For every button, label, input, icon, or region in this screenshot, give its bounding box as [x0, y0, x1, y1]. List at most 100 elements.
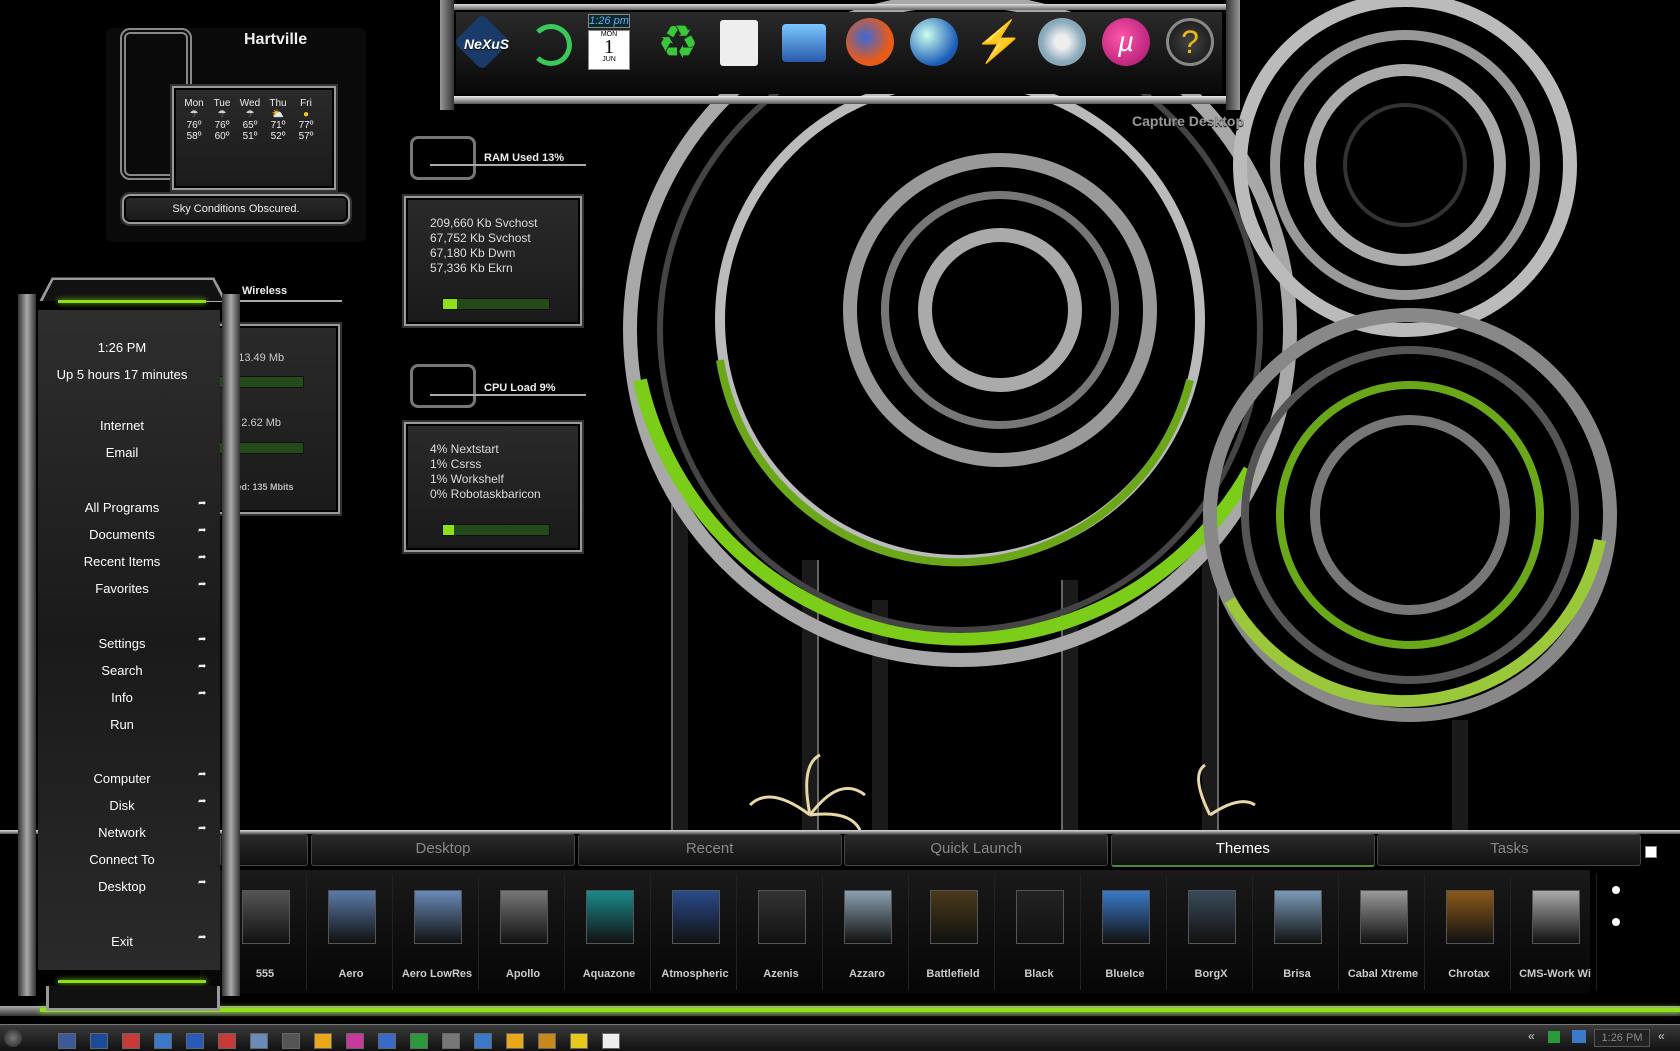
weather-day-label: Tue — [213, 98, 231, 109]
start-menu-item-connect-to[interactable]: Connect To — [38, 852, 206, 867]
start-menu-item-search[interactable]: Search — [38, 663, 206, 678]
taskbar-app-icon[interactable] — [218, 1033, 236, 1049]
d-arrow-icon[interactable] — [530, 24, 572, 66]
calendar-icon[interactable]: 1:26 pm MON 1 JUN — [588, 14, 630, 70]
capture-desktop-label[interactable]: Capture Desktop — [1132, 113, 1244, 129]
globe-icon[interactable] — [910, 18, 958, 66]
taskbar-app-icon[interactable] — [602, 1033, 620, 1049]
start-menu-item-email[interactable]: Email — [38, 445, 206, 460]
theme-item[interactable]: Battlefield — [910, 874, 995, 990]
start-menu-item-computer[interactable]: Computer — [38, 771, 206, 786]
taskbar-app-icon[interactable] — [58, 1033, 76, 1049]
taskbar-app-icon[interactable] — [186, 1033, 204, 1049]
theme-item[interactable]: BlueIce — [1082, 874, 1167, 990]
dock-bar: NeXuS 1:26 pm MON 1 JUN ♻ ⚡ µ ? — [440, 0, 1240, 110]
shelf-scroll-dot-down[interactable] — [1612, 918, 1620, 926]
taskbar-app-icon[interactable] — [538, 1033, 556, 1049]
utorrent-icon[interactable]: µ — [1102, 18, 1150, 66]
theme-item[interactable]: Brisa — [1254, 874, 1339, 990]
taskbar-app-icon[interactable] — [442, 1033, 460, 1049]
recycle-bin-icon[interactable]: ♻ — [654, 18, 702, 66]
taskbar-clock[interactable]: 1:26 PM — [1594, 1029, 1650, 1047]
taskbar-app-icon[interactable] — [90, 1033, 108, 1049]
theme-item[interactable]: CMS-Work Wi — [1512, 874, 1597, 990]
taskbar-app-icon[interactable] — [154, 1033, 172, 1049]
theme-label: Azzaro — [848, 968, 886, 980]
theme-label: CMS-Work Wi — [1519, 968, 1591, 980]
theme-item[interactable]: Apollo — [480, 874, 565, 990]
taskbar-app-icon[interactable] — [506, 1033, 524, 1049]
start-menu-item-settings[interactable]: Settings — [38, 636, 206, 651]
start-menu-item-internet[interactable]: Internet — [38, 418, 206, 433]
theme-item[interactable]: Black — [996, 874, 1081, 990]
taskbar-app-icon[interactable] — [410, 1033, 428, 1049]
weather-day: Wed ☂ 65º 51º — [238, 98, 262, 142]
shelf-scroll-dot-up[interactable] — [1612, 886, 1620, 894]
taskbar-app-icon[interactable] — [346, 1033, 364, 1049]
theme-label: Aquazone — [582, 968, 636, 980]
theme-item[interactable]: BorgX — [1168, 874, 1253, 990]
start-orb[interactable] — [4, 1029, 22, 1047]
start-menu-item-documents[interactable]: Documents — [38, 527, 206, 542]
theme-item[interactable]: Atmospheric — [652, 874, 737, 990]
tab-tasks[interactable]: Tasks — [1377, 834, 1642, 866]
weather-forecast: Mon ☂ 76º 58º Tue ☂ 76º 60º Wed ☂ 65º 51º Thu ⛅ 71º 52º… — [172, 86, 336, 190]
itunes-icon[interactable] — [1038, 18, 1086, 66]
dock-clock: 1:26 pm — [588, 14, 630, 28]
taskbar-app-icon[interactable] — [378, 1033, 396, 1049]
start-menu-item-favorites[interactable]: Favorites — [38, 581, 206, 596]
theme-item[interactable]: Chrotax — [1426, 874, 1511, 990]
start-menu-item-run[interactable]: Run — [38, 717, 206, 732]
theme-item[interactable]: Aquazone — [566, 874, 651, 990]
start-menu-item-all-programs[interactable]: All Programs — [38, 500, 206, 515]
weather-high: 76º — [186, 120, 202, 131]
firefox-icon[interactable] — [846, 18, 894, 66]
theme-item[interactable]: Cabal Xtreme — [1340, 874, 1425, 990]
taskbar-app-icon[interactable] — [122, 1033, 140, 1049]
ram-process: 67,180 Kb Dwm — [430, 246, 516, 260]
sun-icon: ● — [302, 109, 310, 120]
weather-day-label: Mon — [184, 98, 204, 109]
start-menu-item-recent-items[interactable]: Recent Items — [38, 554, 206, 569]
weather-day-label: Wed — [239, 98, 261, 109]
taskbar-app-icon[interactable] — [474, 1033, 492, 1049]
weather-low: 52º — [270, 131, 286, 142]
taskbar-app-icon[interactable] — [570, 1033, 588, 1049]
tray-right-chevron-icon[interactable]: « — [1658, 1029, 1665, 1043]
tray-display-icon[interactable] — [1572, 1030, 1586, 1043]
tab-desktop[interactable]: Desktop — [311, 834, 575, 866]
theme-label: BlueIce — [1105, 968, 1145, 980]
theme-item[interactable]: Azenis — [738, 874, 823, 990]
leaf-document-icon[interactable] — [720, 20, 758, 66]
tab-recent[interactable]: Recent — [577, 834, 842, 866]
theme-item[interactable]: Aero LowRes — [394, 874, 479, 990]
taskbar-app-icon[interactable] — [250, 1033, 268, 1049]
tab-quick-launch[interactable]: Quick Launch — [844, 834, 1109, 866]
start-menu-item-disk[interactable]: Disk — [38, 798, 206, 813]
submenu-arrow-icon: ➦ — [198, 823, 207, 834]
computer-icon[interactable] — [782, 24, 826, 62]
theme-thumbnail — [1532, 890, 1580, 944]
nexus-label: NeXuS — [464, 36, 510, 52]
theme-item[interactable]: Aero — [308, 874, 393, 990]
weather-low: 58º — [186, 131, 202, 142]
start-menu-item-info[interactable]: Info — [38, 690, 206, 705]
shelf-close-button[interactable] — [1645, 846, 1657, 858]
taskbar-app-icon[interactable] — [314, 1033, 332, 1049]
theme-thumbnail — [758, 890, 806, 944]
start-menu-item-network[interactable]: Network — [38, 825, 206, 840]
help-icon[interactable]: ? — [1166, 18, 1214, 66]
start-menu-time: 1:26 PM — [97, 340, 147, 355]
submenu-arrow-icon: ➦ — [198, 688, 207, 699]
tray-left-chevron-icon[interactable]: « — [1528, 1029, 1535, 1043]
start-menu-item-desktop[interactable]: Desktop — [38, 879, 206, 894]
taskbar-app-icon[interactable] — [282, 1033, 300, 1049]
tray-network-icon[interactable] — [1548, 1031, 1560, 1043]
tab-themes[interactable]: Themes — [1110, 834, 1375, 867]
start-menu-item-exit[interactable]: Exit — [38, 934, 206, 949]
theme-item[interactable]: Azzaro — [824, 874, 909, 990]
submenu-arrow-icon: ➦ — [198, 932, 207, 943]
winamp-icon[interactable]: ⚡ — [974, 18, 1024, 66]
theme-thumbnail — [1016, 890, 1064, 944]
partly-sunny-icon: ⛅ — [271, 109, 285, 120]
